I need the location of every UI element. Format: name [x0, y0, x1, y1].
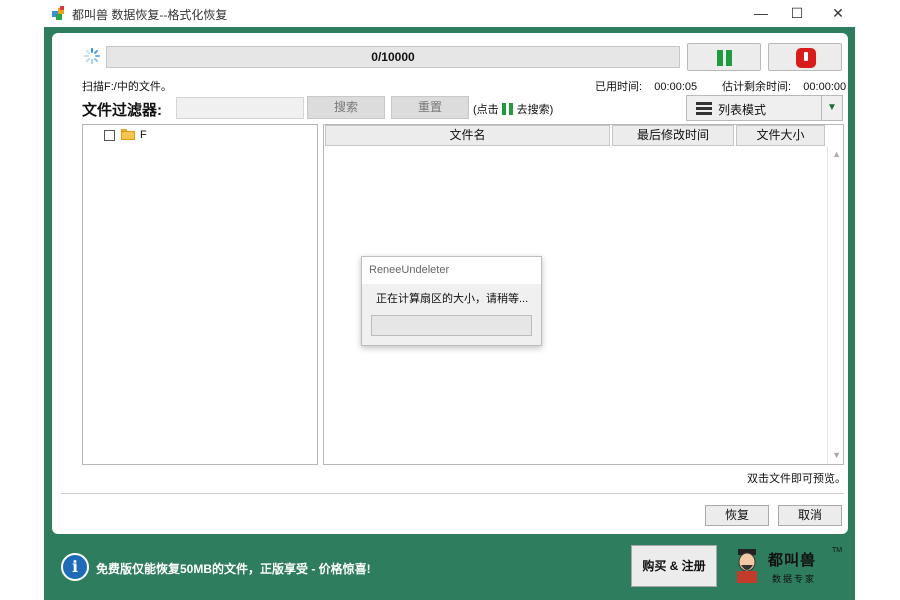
- scroll-down-icon[interactable]: ▼: [832, 450, 841, 460]
- search-button[interactable]: 搜索: [307, 96, 385, 119]
- hint-prefix: (点击: [473, 104, 499, 116]
- stop-icon: [796, 48, 816, 68]
- remaining-time: 估计剩余时间: 00:00:00: [722, 78, 846, 94]
- pause-icon: [717, 50, 733, 66]
- dialog-body: 正在计算扇区的大小，请稍等...: [362, 284, 541, 345]
- column-header-filename[interactable]: 文件名: [325, 125, 610, 146]
- dialog-message: 正在计算扇区的大小，请稍等...: [376, 293, 529, 305]
- folder-icon: [121, 129, 135, 140]
- folder-tree: F: [82, 124, 318, 465]
- scan-progress-bar: 0/10000: [106, 46, 680, 68]
- spinner-icon: [84, 48, 100, 64]
- pause-button[interactable]: [687, 43, 761, 71]
- divider: [61, 493, 844, 494]
- preview-hint: 双击文件即可预览。: [747, 473, 846, 485]
- tree-checkbox[interactable]: [104, 130, 115, 141]
- tree-item-label[interactable]: F: [140, 129, 147, 141]
- pause-icon: [501, 103, 514, 115]
- close-button[interactable]: ✕: [815, 0, 861, 27]
- recover-button[interactable]: 恢复: [705, 505, 769, 526]
- logo-face-icon: [737, 549, 757, 583]
- window-title: 都叫兽 数据恢复--格式化恢复: [72, 8, 228, 22]
- column-header-size[interactable]: 文件大小: [736, 125, 825, 146]
- column-header-modified[interactable]: 最后修改时间: [612, 125, 734, 146]
- hint-suffix: 去搜索): [516, 104, 554, 116]
- elapsed-time: 已用时间: 00:00:05: [595, 78, 697, 94]
- elapsed-value: 00:00:05: [654, 81, 698, 93]
- scrollbar-track[interactable]: [827, 147, 828, 464]
- scroll-up-icon[interactable]: ▲: [832, 149, 841, 159]
- reset-button[interactable]: 重置: [391, 96, 469, 119]
- filter-label: 文件过滤器:: [82, 102, 162, 119]
- buy-register-button[interactable]: 购买 & 注册: [631, 545, 717, 587]
- elapsed-label: 已用时间:: [595, 81, 643, 93]
- logo-subtitle: 数据专家: [772, 574, 817, 584]
- filter-input[interactable]: [176, 97, 304, 119]
- maximize-button[interactable]: ☐: [774, 0, 820, 27]
- search-hint: (点击 去搜索): [473, 101, 553, 117]
- banner-text: 免费版仅能恢复50MB的文件，正版享受 - 价格惊喜!: [96, 562, 371, 576]
- cancel-button[interactable]: 取消: [778, 505, 842, 526]
- chevron-down-icon[interactable]: ▼: [821, 96, 842, 120]
- app-icon: [52, 6, 64, 20]
- remaining-label: 估计剩余时间:: [722, 81, 792, 93]
- view-mode-label: 列表模式: [718, 103, 767, 117]
- logo-name: 都叫兽: [768, 551, 817, 569]
- logo-trademark: TM: [832, 547, 843, 554]
- progress-dialog: ReneeUndeleter 正在计算扇区的大小，请稍等...: [361, 256, 542, 346]
- dialog-progress-bar: [371, 315, 532, 336]
- view-mode-select[interactable]: 列表模式 ▼: [686, 95, 843, 121]
- remaining-value: 00:00:00: [803, 81, 847, 93]
- list-view-icon: [696, 102, 712, 115]
- stop-button[interactable]: [768, 43, 842, 71]
- dialog-title: ReneeUndeleter: [369, 264, 450, 276]
- info-icon: i: [61, 553, 89, 581]
- scan-status-text: 扫描F:/中的文件。: [82, 81, 172, 93]
- brand-logo: 都叫兽 TM 数据专家: [724, 545, 844, 590]
